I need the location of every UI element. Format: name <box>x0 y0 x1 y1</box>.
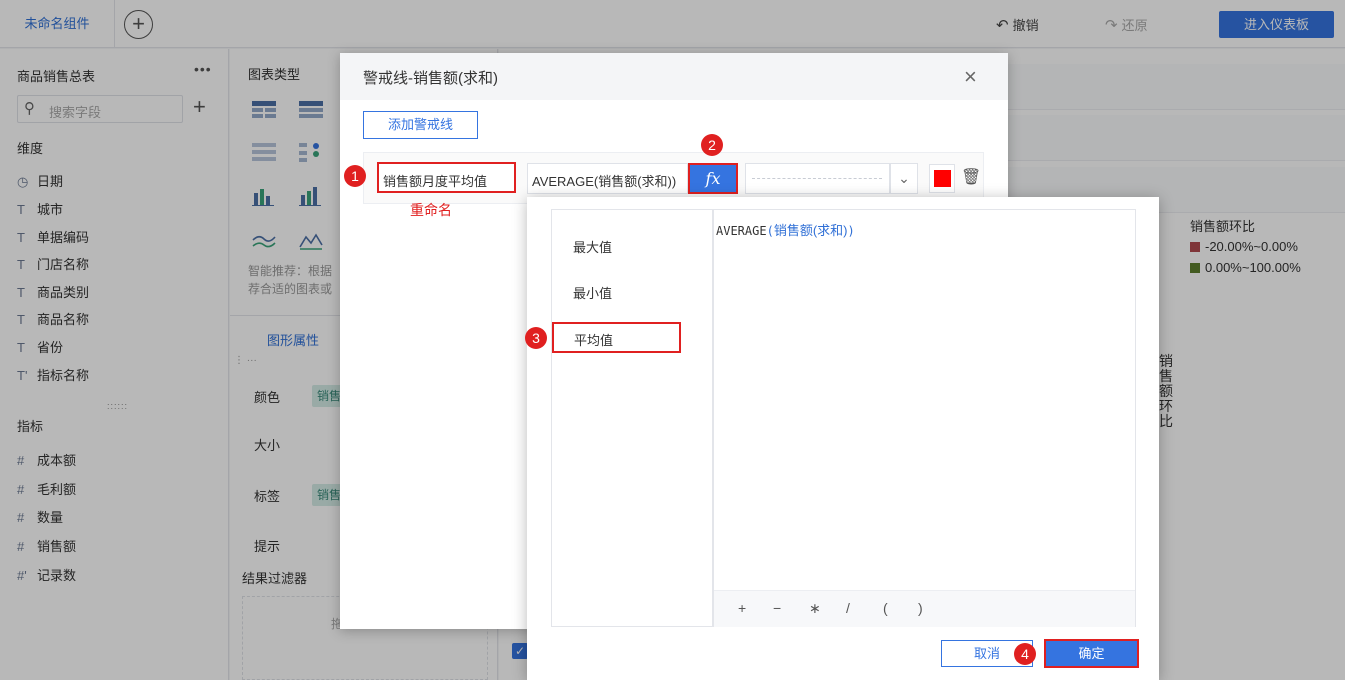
minus-operator[interactable]: − <box>773 600 781 616</box>
chevron-down-icon[interactable]: ⌄ <box>890 163 918 194</box>
formula-code[interactable]: AVERAGE(销售额(求和)) <box>716 220 855 239</box>
step-marker-2: 2 <box>701 134 723 156</box>
formula-editor-dialog: 最大值 最小值 平均值 AVERAGE(销售额(求和)) + − ∗ / ( )… <box>527 197 1159 680</box>
function-item-average[interactable]: 平均值 <box>552 322 681 353</box>
trash-icon[interactable]: 🗑 <box>961 167 981 187</box>
warning-line-formula-field[interactable]: AVERAGE(销售额(求和)) <box>527 163 688 194</box>
step-marker-3: 3 <box>525 327 547 349</box>
step-marker-1: 1 <box>344 165 366 187</box>
dialog-header: 警戒线-销售额(求和) × <box>340 53 1008 100</box>
function-item-max[interactable]: 最大值 <box>573 237 612 256</box>
dashed-line-preview <box>752 178 882 179</box>
line-color-picker[interactable] <box>929 164 955 193</box>
close-paren-operator[interactable]: ) <box>918 600 923 616</box>
open-paren-operator[interactable]: ( <box>883 600 888 616</box>
function-item-min[interactable]: 最小值 <box>573 283 612 302</box>
line-style-select[interactable] <box>745 163 890 194</box>
divide-operator[interactable]: / <box>846 600 850 616</box>
operator-bar: + − ∗ / ( ) <box>714 590 1135 627</box>
function-list: 最大值 最小值 平均值 <box>551 209 713 627</box>
plus-operator[interactable]: + <box>738 600 746 616</box>
formula-editor-area[interactable]: AVERAGE(销售额(求和)) + − ∗ / ( ) <box>713 209 1136 627</box>
code-field-token[interactable]: 销售额(求和) <box>774 223 848 238</box>
dialog-title: 警戒线-销售额(求和) <box>363 70 498 87</box>
formula-editor-button[interactable]: fx <box>688 163 738 194</box>
rename-annotation: 重命名 <box>410 202 452 218</box>
confirm-button[interactable]: 确定 <box>1044 639 1139 668</box>
code-paren: ( <box>766 224 774 238</box>
color-swatch <box>934 170 951 187</box>
multiply-operator[interactable]: ∗ <box>809 600 821 617</box>
code-paren: ) <box>847 224 855 238</box>
add-warning-line-button[interactable]: 添加警戒线 <box>363 111 478 139</box>
step-marker-4: 4 <box>1014 643 1036 665</box>
warning-line-name-input[interactable]: 销售额月度平均值 <box>377 162 516 193</box>
code-function: AVERAGE <box>716 224 767 238</box>
close-icon[interactable]: × <box>964 64 977 90</box>
